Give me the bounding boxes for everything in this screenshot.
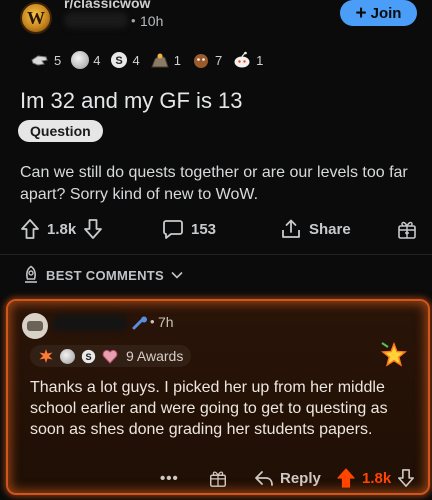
comment-action-bar: ••• Reply 1.8k [8,465,432,491]
subreddit-name[interactable]: r/classicwow [64,0,150,11]
subreddit-icon[interactable]: W [20,2,52,34]
comment-award-button[interactable] [208,465,228,491]
award-silver-face-icon [71,51,90,69]
divider [0,254,432,255]
svg-text:S: S [116,55,123,67]
post-title[interactable]: Im 32 and my GF is 13 [20,88,243,114]
post-time: 10h [140,13,164,29]
join-label: Join [370,4,402,22]
sort-label: BEST COMMENTS [46,267,165,283]
comment-vote-group: 1.8k [336,465,415,491]
comment-time: 7h [158,314,174,330]
award-item: 1 [150,51,181,69]
award-count: 5 [54,52,62,68]
vote-group: 1.8k [20,212,103,246]
highlighted-comment: • 7h S 9 Awards Thanks a lot guys. I pic… [6,299,430,495]
comments-button[interactable]: 153 [162,212,216,246]
awards-count-label: 9 Awards [126,348,184,364]
redacted-commenter-name [52,315,128,331]
join-button[interactable]: + Join [340,0,417,26]
award-silver-face-icon [60,348,75,364]
comment-awards[interactable]: S 9 Awards [30,345,192,367]
plus-icon: + [355,2,367,24]
separator-dot: • [150,314,155,329]
more-options-label: ••• [160,469,179,487]
award-count: 7 [214,52,223,68]
upvote-arrow-icon[interactable] [20,218,40,240]
comment-body: Thanks a lot guys. I picked her up from … [30,379,388,438]
post-header: W r/classicwow • 10h + Join [0,0,432,42]
award-snoo-face-icon [234,51,250,68]
award-pointing-hand-icon [31,55,48,66]
award-heart-icon [102,349,118,364]
award-count: 1 [173,52,181,68]
downvote-arrow-icon[interactable] [397,468,415,488]
award-item: 7 [191,51,222,69]
commenter-avatar[interactable] [22,313,48,339]
post-awards-row[interactable]: 5 4 S 4 1 7 1 [30,50,269,70]
comment-vote-count: 1.8k [362,469,392,487]
award-count: 4 [132,52,140,68]
redacted-author [64,12,128,28]
award-button[interactable] [396,212,418,246]
vote-count: 1.8k [47,220,77,238]
wrench-flair-icon [132,316,147,330]
subreddit-icon-letter: W [27,7,45,28]
svg-text:S: S [85,351,91,361]
award-s-coin-icon: S [81,349,96,363]
post-body: Can we still do quests together or are o… [20,164,408,203]
award-brown-figure-icon [193,54,208,68]
reply-label: Reply [280,469,321,487]
downvote-arrow-icon[interactable] [83,218,103,240]
star-award-icon [381,341,407,367]
gift-icon [210,471,226,487]
chevron-down-icon [171,271,183,279]
separator-dot: • [131,13,136,28]
reply-button[interactable]: Reply [254,465,321,491]
award-item: 1 [232,51,263,69]
award-item: 5 [30,51,61,69]
gift-icon [398,221,416,239]
more-options-button[interactable]: ••• [160,465,179,491]
comment-sort-dropdown[interactable]: BEST COMMENTS [22,264,184,286]
post-action-bar: 1.8k 153 Share [0,212,432,246]
upvote-arrow-filled-icon[interactable] [336,467,356,489]
share-button[interactable]: Share [280,212,351,246]
share-label: Share [309,220,351,238]
award-s-coin-icon: S [111,52,128,68]
award-item: 4 [71,51,100,69]
reply-arrow-icon [255,471,273,486]
award-count: 4 [93,52,101,68]
share-icon [282,219,300,238]
comment-count: 153 [191,220,217,238]
award-rock-icon [150,53,169,68]
award-count: 1 [256,52,264,68]
award-item: S 4 [110,51,140,69]
rocket-sort-icon [25,265,37,283]
award-starburst-icon [39,349,53,363]
post-flair[interactable]: Question [18,120,103,142]
comment-bubble-icon [163,220,183,239]
